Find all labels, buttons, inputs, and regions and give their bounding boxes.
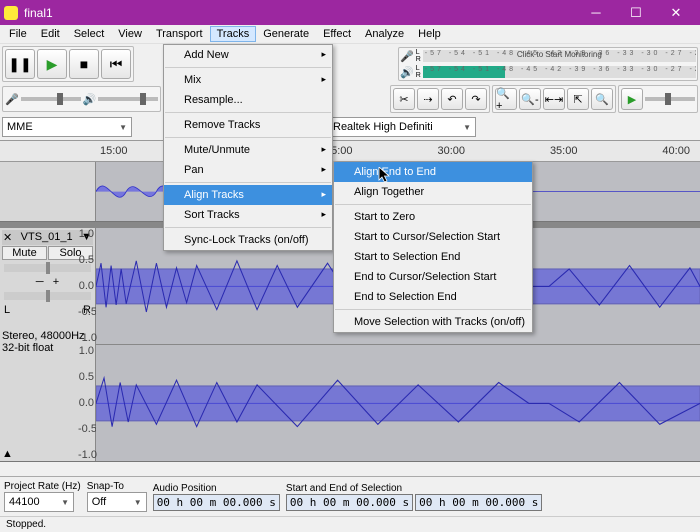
align-tracks-submenu: Align End to EndAlign Together Start to Z… — [333, 161, 533, 333]
playback-speed-slider[interactable] — [645, 97, 695, 101]
titlebar: final1 ─ ☐ ✕ — [0, 0, 700, 25]
maximize-button[interactable]: ☐ — [616, 0, 656, 25]
menu-effect[interactable]: Effect — [316, 26, 358, 42]
collapse-button[interactable]: ▲ — [2, 448, 13, 460]
window-title: final1 — [24, 6, 576, 20]
playback-volume-slider[interactable] — [98, 97, 158, 101]
recording-meter[interactable]: -57 -54 -51 -48 -45 -42 -39 -36 -33 -30 … — [423, 50, 696, 62]
menu-transport[interactable]: Transport — [149, 26, 210, 42]
audio-position-label: Audio Position — [153, 483, 280, 494]
menu-file[interactable]: File — [2, 26, 34, 42]
project-rate-combo[interactable]: 44100▼ — [4, 492, 74, 512]
menu-tracks[interactable]: Tracks — [210, 26, 257, 42]
skip-start-button[interactable]: ⏮ — [101, 49, 131, 79]
speaker-slider-icon: 🔊 — [83, 93, 97, 106]
mute-button[interactable]: Mute — [2, 246, 47, 260]
menu-view[interactable]: View — [111, 26, 149, 42]
zoom-toggle-button[interactable]: 🔍 — [591, 88, 613, 110]
snap-to-label: Snap-To — [87, 481, 147, 492]
app-icon — [4, 6, 18, 20]
submenu-item[interactable]: Start to Cursor/Selection Start — [334, 227, 532, 247]
status-bar: Stopped. — [0, 517, 700, 532]
menu-item[interactable]: Add New▸ — [164, 45, 332, 65]
menu-item[interactable]: Mix▸ — [164, 70, 332, 90]
selection-end-field[interactable]: 00 h 00 m 00.000 s — [415, 494, 542, 511]
selection-label: Start and End of Selection — [286, 483, 542, 494]
project-rate-label: Project Rate (Hz) — [4, 481, 81, 492]
submenu-item[interactable]: Move Selection with Tracks (on/off) — [334, 312, 532, 332]
submenu-item[interactable]: Align End to End — [334, 162, 532, 182]
menu-item[interactable]: Align Tracks▸ — [164, 185, 332, 205]
submenu-item[interactable]: End to Cursor/Selection Start — [334, 267, 532, 287]
zoom-out-button[interactable]: 🔍- — [519, 88, 541, 110]
minimize-button[interactable]: ─ — [576, 0, 616, 25]
fit-selection-button[interactable]: ⇤⇥ — [543, 88, 565, 110]
submenu-item[interactable]: Start to Zero — [334, 207, 532, 227]
device-toolbar: MME▼ ers (Realtek High Definiti▼ — [0, 114, 700, 140]
menu-item[interactable]: Resample... — [164, 90, 332, 110]
menu-edit[interactable]: Edit — [34, 26, 67, 42]
redo-button[interactable]: ↷ — [465, 88, 487, 110]
submenu-item[interactable]: Start to Selection End — [334, 247, 532, 267]
menubar: File Edit Select View Transport Tracks G… — [0, 25, 700, 44]
track-head-0[interactable] — [0, 162, 96, 221]
close-button[interactable]: ✕ — [656, 0, 696, 25]
undo-button[interactable]: ↶ — [441, 88, 463, 110]
zoom-in-button[interactable]: 🔍+ — [495, 88, 517, 110]
submenu-item[interactable]: Align Together — [334, 182, 532, 202]
fit-project-button[interactable]: ⇱ — [567, 88, 589, 110]
selection-start-field[interactable]: 00 h 00 m 00.000 s — [286, 494, 413, 511]
menu-item[interactable]: Sort Tracks▸ — [164, 205, 332, 225]
menu-analyze[interactable]: Analyze — [358, 26, 411, 42]
snap-to-combo[interactable]: Off▼ — [87, 492, 147, 512]
transport-toolbar: ❚❚ ▶ ■ ⏮ 🎤 LR -57 -54 -51 -48 -45 -42 -3… — [0, 44, 700, 84]
mic-slider-icon: 🎤 — [5, 93, 19, 106]
timeline-ruler[interactable]: 15:0020:0025:0030:0035:0040:00 — [0, 140, 700, 162]
play-at-speed-button[interactable]: ▶ — [621, 88, 643, 110]
menu-item[interactable]: Sync-Lock Tracks (on/off) — [164, 230, 332, 250]
audio-position-field[interactable]: 00 h 00 m 00.000 s — [153, 494, 280, 511]
silence-tool[interactable]: ⇢ — [417, 88, 439, 110]
speaker-icon[interactable]: 🔊 — [400, 66, 414, 79]
playback-meter[interactable]: -57 -54 -51 -48 -45 -42 -39 -36 -33 -30 … — [423, 66, 696, 78]
menu-item[interactable]: Remove Tracks — [164, 115, 332, 135]
menu-select[interactable]: Select — [67, 26, 112, 42]
mic-icon[interactable]: 🎤 — [400, 50, 414, 63]
submenu-item[interactable]: End to Selection End — [334, 287, 532, 307]
tracks-menu: Add New▸ Mix▸Resample... Remove Tracks Mute… — [163, 44, 333, 251]
bottom-bar: Project Rate (Hz) 44100▼ Snap-To Off▼ Au… — [0, 476, 700, 532]
trim-tool[interactable]: ✂ — [393, 88, 415, 110]
menu-item[interactable]: Pan▸ — [164, 160, 332, 180]
menu-generate[interactable]: Generate — [256, 26, 316, 42]
stop-button[interactable]: ■ — [69, 49, 99, 79]
recording-volume-slider[interactable] — [21, 97, 81, 101]
menu-help[interactable]: Help — [411, 26, 448, 42]
pause-button[interactable]: ❚❚ — [5, 49, 35, 79]
menu-item[interactable]: Mute/Unmute▸ — [164, 140, 332, 160]
audio-host-combo[interactable]: MME▼ — [2, 117, 132, 137]
play-button[interactable]: ▶ — [37, 49, 67, 79]
tools-toolbar: 🎤 🔊 ✂ ⇢ ↶ ↷ 🔍+ 🔍- ⇤⇥ ⇱ 🔍 ▶ — [0, 84, 700, 114]
